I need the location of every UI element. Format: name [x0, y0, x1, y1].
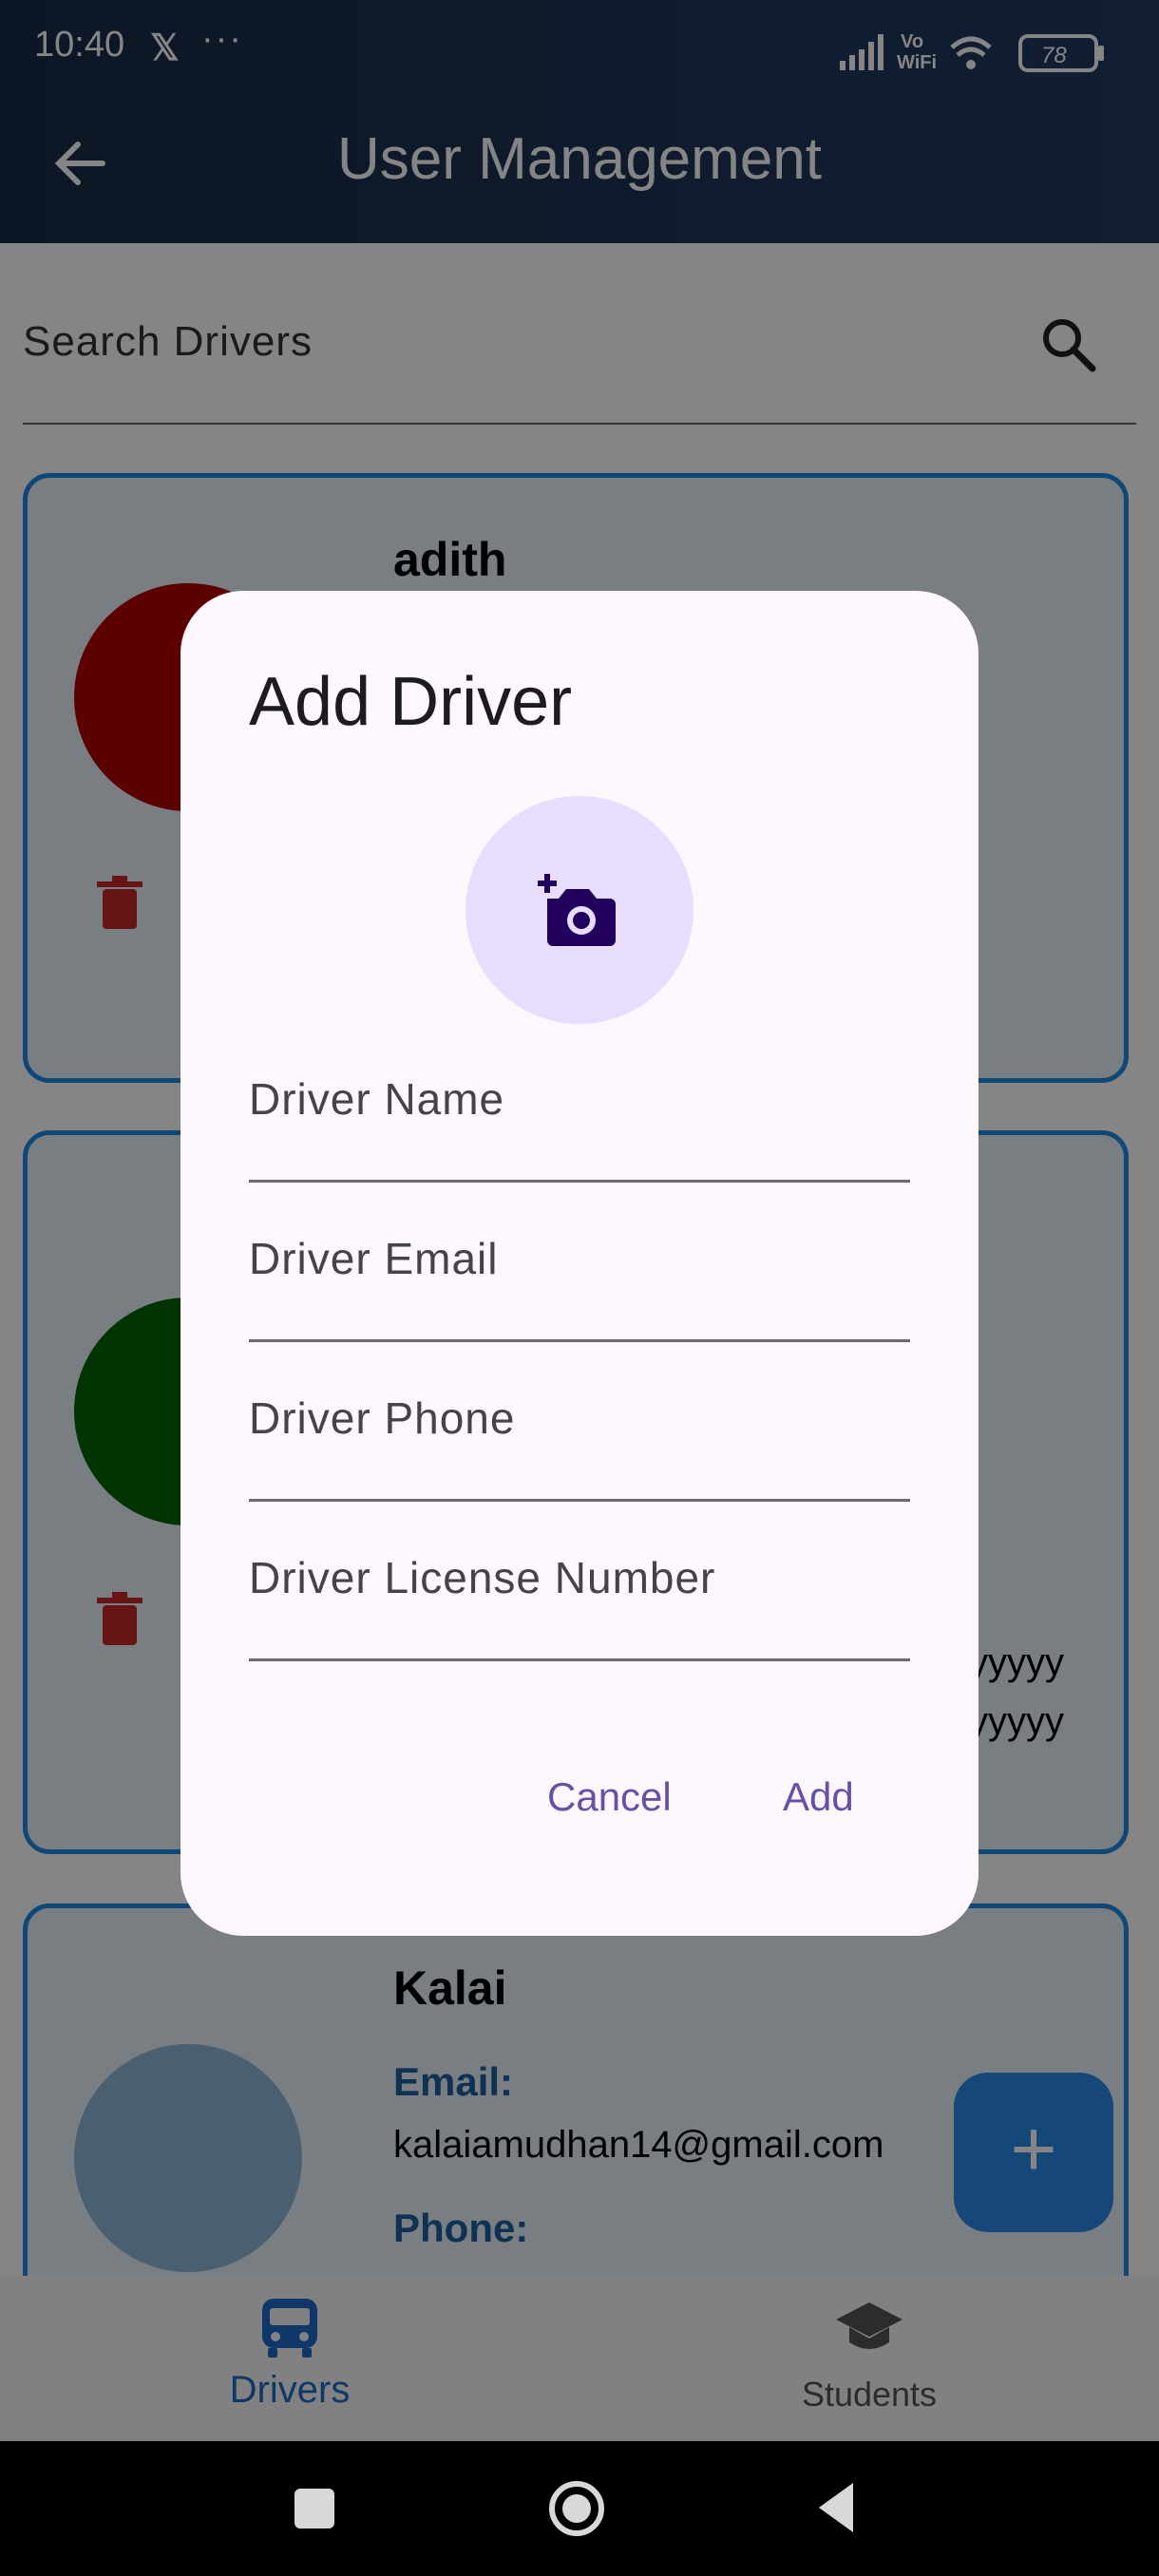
home-icon[interactable] [547, 2479, 606, 2538]
recents-icon[interactable] [293, 2487, 336, 2530]
add-a-photo-icon[interactable] [538, 872, 618, 948]
driver-name-underline [249, 1180, 910, 1183]
system-nav-bar [0, 2441, 1159, 2576]
dialog-title: Add Driver [249, 664, 573, 740]
driver-phone-field[interactable]: Driver Phone [249, 1392, 515, 1444]
driver-email-field[interactable]: Driver Email [249, 1233, 498, 1284]
driver-phone-underline [249, 1499, 910, 1502]
add-button[interactable]: Add [783, 1774, 854, 1820]
driver-name-field[interactable]: Driver Name [249, 1073, 504, 1125]
cancel-button[interactable]: Cancel [547, 1774, 672, 1820]
driver-license-underline [249, 1658, 910, 1661]
driver-email-underline [249, 1339, 910, 1342]
back-nav-icon[interactable] [815, 2481, 857, 2534]
driver-license-field[interactable]: Driver License Number [249, 1552, 715, 1603]
